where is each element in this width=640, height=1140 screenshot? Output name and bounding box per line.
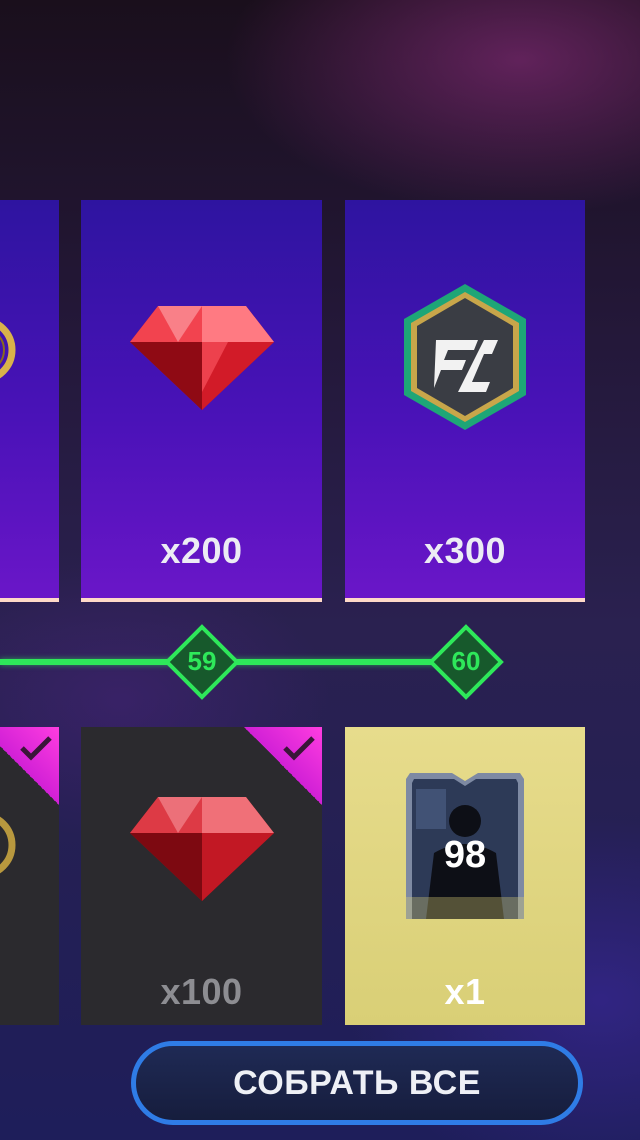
checkmark-icon [283, 736, 315, 761]
player-rating: 98 [444, 834, 486, 876]
claimed-badge [0, 727, 59, 805]
coin-icon [0, 321, 16, 379]
level-number: 60 [451, 646, 481, 676]
free-reward-card-coins[interactable] [0, 727, 59, 1025]
fc-points-icon [404, 284, 526, 430]
reward-quantity: x100 [160, 971, 243, 1012]
level-node-59: 59 [164, 624, 240, 700]
progress-track [0, 659, 480, 665]
level-node-60: 60 [428, 624, 504, 700]
premium-reward-card-gems[interactable]: x200 [81, 200, 322, 602]
reward-quantity: x1 [444, 971, 486, 1012]
ruby-gem-icon [130, 306, 274, 410]
collect-all-button[interactable]: СОБРАТЬ ВСЕ [131, 1041, 583, 1125]
free-reward-card-player[interactable]: 98 x1 [345, 727, 585, 1025]
checkmark-icon [20, 736, 52, 761]
claimed-badge [244, 727, 322, 805]
premium-reward-card-fc-points[interactable]: x300 [345, 200, 585, 602]
level-number: 59 [187, 646, 217, 676]
player-card-icon: 98 [406, 773, 524, 919]
ruby-gem-icon [130, 797, 274, 901]
reward-quantity: x300 [423, 530, 507, 571]
free-reward-card-gems[interactable]: x100 [81, 727, 322, 1025]
premium-reward-card-coins[interactable] [0, 200, 59, 602]
reward-quantity: x200 [160, 530, 243, 571]
